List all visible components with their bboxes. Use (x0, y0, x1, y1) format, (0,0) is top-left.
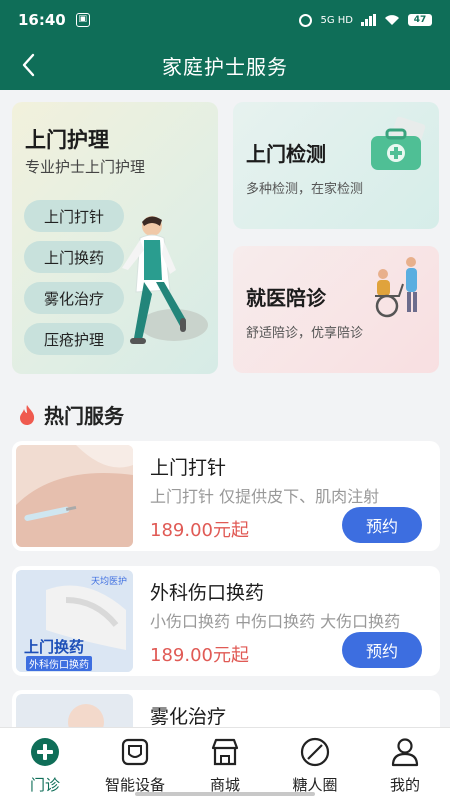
wifi-icon (385, 15, 399, 25)
chevron-left-icon (22, 53, 35, 77)
home-care-title: 上门护理 (25, 128, 109, 152)
service-card-injection[interactable]: 上门打针 上门打针 仅提供皮下、肌肉注射 189.00元起 预约 (12, 441, 440, 551)
page-title: 家庭护士服务 (162, 54, 288, 79)
tab-store[interactable]: 商城 (180, 728, 270, 800)
home-care-subtitle: 专业护士上门护理 (25, 158, 146, 176)
thumb-sub: 外科伤口换药 (26, 656, 92, 671)
service-card-nebulization[interactable]: 雾化治疗 (12, 690, 440, 727)
fire-icon (20, 404, 35, 425)
device-icon (119, 736, 151, 768)
alarm-icon (299, 13, 313, 27)
network-label: 5G HD (320, 14, 353, 26)
tab-label: 门诊 (29, 776, 60, 794)
back-button[interactable] (14, 50, 44, 80)
dressing-photo: 天均医护 上门换药 外科伤口换药 (16, 570, 133, 672)
service-name: 外科伤口换药 (150, 582, 265, 604)
tab-bar: 门诊 智能设备 商城 糖人圈 我的 (0, 727, 450, 800)
tab-label: 我的 (389, 776, 420, 794)
escort-card[interactable]: 就医陪诊 舒适陪诊，优享陪诊 (233, 246, 439, 373)
service-name: 上门打针 (150, 457, 227, 479)
person-icon (389, 736, 421, 768)
service-desc: 上门打针 仅提供皮下、肌肉注射 (150, 487, 380, 506)
home-care-card[interactable]: 上门护理 专业护士上门护理 上门打针 上门换药 雾化治疗 压疮护理 (12, 102, 218, 374)
nurse-illustration (122, 216, 208, 344)
notification-icon: ▣ (75, 13, 90, 27)
tab-devices[interactable]: 智能设备 (90, 728, 180, 800)
home-test-subtitle: 多种检测，在家检测 (246, 182, 364, 197)
thumb-title: 上门换药 (24, 638, 85, 656)
tab-circle[interactable]: 糖人圈 (270, 728, 360, 800)
battery-icon: 47 (408, 14, 432, 26)
service-name: 雾化治疗 (150, 706, 227, 727)
wheelchair-illustration (375, 257, 417, 318)
tab-mine[interactable]: 我的 (360, 728, 450, 800)
hot-services-title: 热门服务 (44, 404, 124, 428)
service-price: 189.00元起 (150, 645, 249, 666)
navbar: 家庭护士服务 (0, 40, 450, 90)
home-test-title: 上门检测 (246, 142, 326, 166)
status-bar: 16:40 ▣ 5G HD 47 (0, 0, 450, 40)
service-price: 189.00元起 (150, 520, 249, 541)
hot-services-heading: 热门服务 (18, 400, 124, 429)
plus-circle-icon (29, 736, 61, 768)
service-card-dressing[interactable]: 天均医护 上门换药 外科伤口换药 外科伤口换药 小伤口换药 中伤口换药 大伤口换… (12, 566, 440, 676)
thumb-badge: 天均医护 (90, 577, 127, 587)
injection-photo (16, 445, 133, 547)
service-desc: 小伤口换药 中伤口换药 大伤口换药 (150, 612, 401, 631)
home-test-card[interactable]: 上门检测 多种检测，在家检测 (233, 102, 439, 229)
medical-kit-icon (371, 116, 426, 170)
store-icon (209, 736, 241, 768)
book-button[interactable]: 预约 (342, 632, 422, 668)
signal-icon (361, 14, 376, 26)
book-button[interactable]: 预约 (342, 507, 422, 543)
tab-clinic[interactable]: 门诊 (0, 728, 90, 800)
escort-title: 就医陪诊 (246, 286, 326, 310)
home-indicator[interactable] (135, 792, 315, 796)
escort-subtitle: 舒适陪诊，优享陪诊 (246, 326, 364, 341)
header: 16:40 ▣ 5G HD 47 家庭护士服务 (0, 0, 450, 90)
circle-slash-icon (299, 736, 331, 768)
status-time: 16:40 (18, 11, 66, 29)
nebulization-photo (16, 694, 133, 727)
